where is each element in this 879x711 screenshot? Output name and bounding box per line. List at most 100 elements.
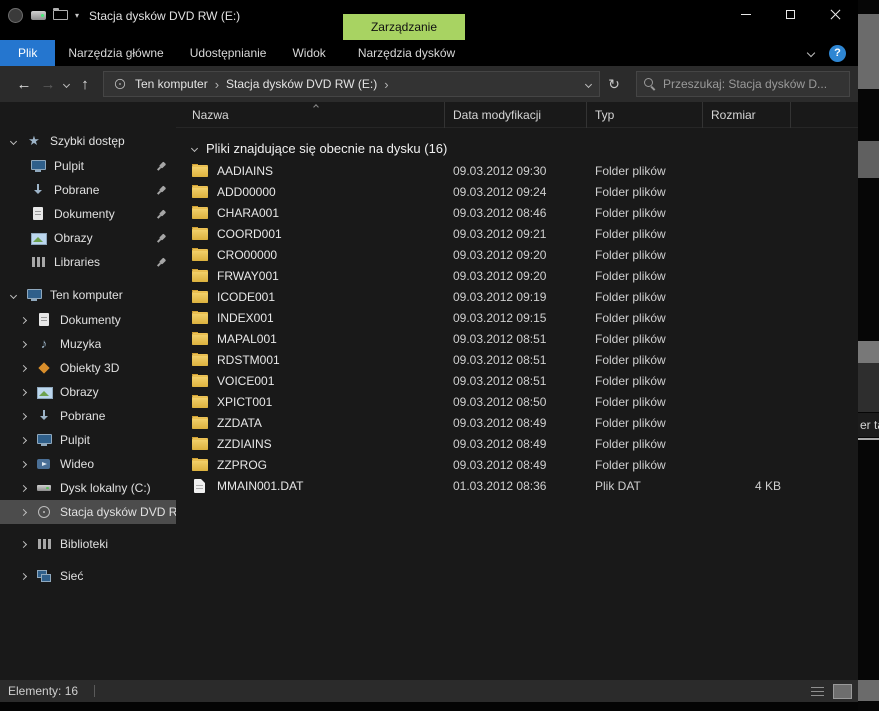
file-row[interactable]: MAPAL001 09.03.2012 08:51 Folder plików — [176, 328, 858, 349]
group-collapse-icon[interactable] — [190, 144, 199, 152]
minimize-button[interactable] — [723, 0, 768, 29]
help-icon[interactable]: ? — [829, 44, 846, 62]
icons-view-icon[interactable] — [833, 683, 852, 699]
chevron-right-icon[interactable] — [19, 412, 27, 420]
folder-icon — [192, 205, 208, 219]
tab-widok[interactable]: Widok — [279, 40, 338, 66]
sidebar-item-pulpit[interactable]: Pulpit — [0, 154, 176, 178]
sidebar-item-pc-dvd-drive[interactable]: Stacja dysków DVD RW — [0, 500, 176, 524]
up-button[interactable]: ↑ — [73, 76, 97, 93]
tab-narzedzia-glowne[interactable]: Narzędzia główne — [55, 40, 176, 66]
search-input[interactable] — [663, 77, 842, 91]
close-button[interactable] — [813, 0, 858, 29]
recent-locations-icon[interactable] — [62, 80, 71, 88]
tab-plik[interactable]: Plik — [0, 40, 56, 66]
chevron-right-icon[interactable] — [19, 540, 27, 548]
contextual-tab-group[interactable]: Zarządzanie — [343, 14, 465, 40]
file-type: Folder plików — [595, 310, 666, 325]
back-button[interactable]: ← — [12, 76, 36, 93]
sidebar-item-pc-obrazy[interactable]: Obrazy — [0, 380, 176, 404]
item-label: Sieć — [60, 569, 84, 583]
address-bar[interactable]: Ten komputer › Stacja dysków DVD RW (E:)… — [103, 71, 600, 97]
background-window: er ta — [858, 0, 879, 711]
breadcrumb-dvd-drive[interactable]: Stacja dysków DVD RW (E:) — [226, 77, 377, 91]
chevron-right-icon[interactable] — [19, 316, 27, 324]
file-row[interactable]: INDEX001 09.03.2012 09:15 Folder plików — [176, 307, 858, 328]
file-row[interactable]: ICODE001 09.03.2012 09:19 Folder plików — [176, 286, 858, 307]
chevron-right-icon[interactable] — [19, 340, 27, 348]
file-row[interactable]: ZZDATA 09.03.2012 08:49 Folder plików — [176, 412, 858, 433]
address-dropdown-icon[interactable] — [584, 80, 593, 88]
group-header[interactable]: Pliki znajdujące się obecnie na dysku (1… — [176, 136, 858, 160]
file-modified: 09.03.2012 09:20 — [453, 268, 547, 283]
file-row[interactable]: AADIAINS 09.03.2012 09:30 Folder plików — [176, 160, 858, 181]
file-icon — [194, 478, 205, 493]
sidebar-item-siec[interactable]: Sieć — [0, 564, 176, 588]
sidebar-item-pc-muzyka[interactable]: ♪ Muzyka — [0, 332, 176, 356]
sidebar-item-pc-pobrane[interactable]: Pobrane — [0, 404, 176, 428]
file-modified: 09.03.2012 08:51 — [453, 352, 547, 367]
file-row[interactable]: VOICE001 09.03.2012 08:51 Folder plików — [176, 370, 858, 391]
file-row[interactable]: CRO00000 09.03.2012 09:20 Folder plików — [176, 244, 858, 265]
file-row[interactable]: CHARA001 09.03.2012 08:46 Folder plików — [176, 202, 858, 223]
file-name: AADIAINS — [217, 163, 274, 178]
details-view-icon[interactable] — [808, 684, 827, 699]
maximize-button[interactable] — [768, 0, 813, 29]
file-name: ZZDATA — [217, 415, 262, 430]
ribbon-expand-icon[interactable] — [806, 48, 816, 58]
chevron-right-icon[interactable] — [19, 508, 27, 516]
documents-icon — [30, 206, 46, 222]
chevron-right-icon[interactable] — [19, 364, 27, 372]
sidebar-item-pc-dokumenty[interactable]: Dokumenty — [0, 308, 176, 332]
sidebar-item-dokumenty[interactable]: Dokumenty — [0, 202, 176, 226]
file-row[interactable]: ZZDIAINS 09.03.2012 08:49 Folder plików — [176, 433, 858, 454]
pictures-icon — [36, 384, 53, 400]
sidebar-item-pc-obiekty-3d[interactable]: Obiekty 3D — [0, 356, 176, 380]
chevron-right-icon[interactable] — [19, 572, 27, 580]
file-modified: 09.03.2012 08:46 — [453, 205, 547, 220]
breadcrumb-this-pc[interactable]: Ten komputer — [135, 77, 208, 91]
file-type: Folder plików — [595, 289, 666, 304]
file-row[interactable]: COORD001 09.03.2012 09:21 Folder plików — [176, 223, 858, 244]
sidebar-item-pc-pulpit[interactable]: Pulpit — [0, 428, 176, 452]
file-row[interactable]: RDSTM001 09.03.2012 08:51 Folder plików — [176, 349, 858, 370]
file-type: Folder plików — [595, 415, 666, 430]
file-name: MAPAL001 — [217, 331, 277, 346]
sidebar-item-pc-dysk-c[interactable]: Dysk lokalny (C:) — [0, 476, 176, 500]
file-row[interactable]: FRWAY001 09.03.2012 09:20 Folder plików — [176, 265, 858, 286]
qat-dropdown-icon[interactable]: ▾ — [75, 11, 79, 20]
tab-narzedzia-dyskow[interactable]: Narzędzia dysków — [345, 40, 468, 66]
search-box[interactable] — [636, 71, 850, 97]
qat-drive-icon[interactable] — [31, 11, 46, 20]
chevron-down-icon[interactable] — [9, 137, 17, 145]
forward-button[interactable]: → — [36, 76, 60, 93]
sidebar-item-obrazy[interactable]: Obrazy — [0, 226, 176, 250]
sidebar-section-this-pc[interactable]: Ten komputer — [0, 282, 176, 308]
file-row[interactable]: XPICT001 09.03.2012 08:50 Folder plików — [176, 391, 858, 412]
sidebar-item-biblioteki[interactable]: Biblioteki — [0, 532, 176, 556]
refresh-button[interactable]: ↻ — [600, 76, 628, 93]
qat-folder-icon[interactable] — [53, 8, 68, 20]
chevron-right-icon[interactable] — [19, 388, 27, 396]
file-row[interactable]: MMAIN001.DAT 01.03.2012 08:36 Plik DAT 4… — [176, 475, 858, 496]
sidebar-item-pobrane[interactable]: Pobrane — [0, 178, 176, 202]
file-modified: 09.03.2012 09:24 — [453, 184, 547, 199]
sidebar-item-libraries[interactable]: Libraries — [0, 250, 176, 274]
column-header-nazwa[interactable]: Nazwa — [192, 102, 445, 128]
chevron-right-icon[interactable] — [19, 484, 27, 492]
group-header-label: Pliki znajdujące się obecnie na dysku (1… — [206, 140, 448, 156]
breadcrumb-separator-icon[interactable]: › — [384, 77, 388, 92]
sidebar-section-quick-access[interactable]: ★ Szybki dostęp — [0, 128, 176, 154]
chevron-right-icon[interactable] — [19, 436, 27, 444]
sidebar-item-pc-wideo[interactable]: Wideo — [0, 452, 176, 476]
column-header-data-modyfikacji[interactable]: Data modyfikacji — [445, 102, 587, 128]
tab-udostepnianie[interactable]: Udostępnianie — [177, 40, 280, 66]
column-header-typ[interactable]: Typ — [587, 102, 703, 128]
file-row[interactable]: ZZPROG 09.03.2012 08:49 Folder plików — [176, 454, 858, 475]
column-header-rozmiar[interactable]: Rozmiar — [703, 102, 791, 128]
chevron-right-icon[interactable] — [19, 460, 27, 468]
chevron-down-icon[interactable] — [9, 291, 17, 299]
breadcrumb-separator-icon[interactable]: › — [215, 77, 219, 92]
navigation-pane: ★ Szybki dostęp Pulpit Pobrane Dokumenty — [0, 102, 176, 680]
file-row[interactable]: ADD00000 09.03.2012 09:24 Folder plików — [176, 181, 858, 202]
